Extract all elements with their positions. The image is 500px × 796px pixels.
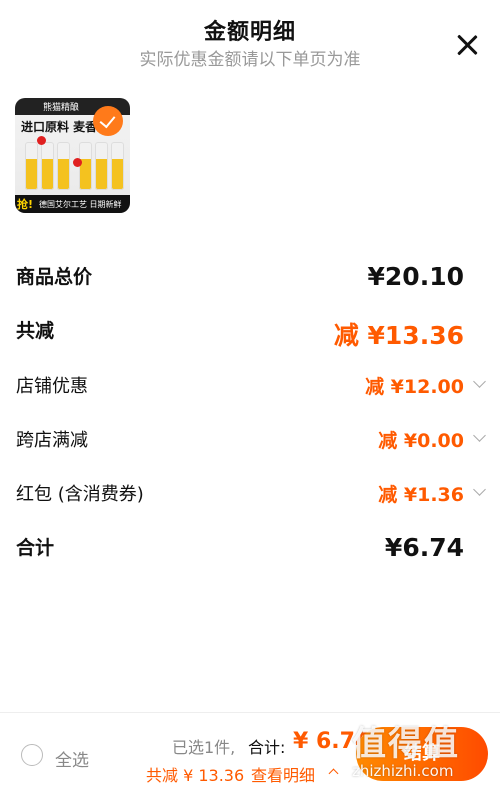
footer-savings: 共减 ¥ 13.36 [146, 766, 245, 785]
total-discount-label: 共减 [16, 320, 55, 342]
can-image [95, 142, 108, 190]
subtotal-value: ¥20.10 [367, 262, 464, 291]
page-title: 金额明细 [203, 20, 296, 45]
footer-total-label: 合计: [248, 738, 286, 757]
row-cross-store[interactable]: 跨店满减 减 ¥0.00 [0, 426, 500, 466]
grand-total-label: 合计 [16, 537, 55, 559]
badge-dot [73, 158, 82, 167]
close-icon[interactable] [452, 30, 482, 60]
row-subtotal: 商品总价 ¥20.10 [0, 262, 500, 302]
row-grand-total: 合计 ¥6.74 [0, 533, 500, 573]
select-all-label[interactable]: 全选 [55, 746, 89, 771]
red-packet-value: 减 ¥1.36 [378, 484, 464, 506]
select-all-radio[interactable] [21, 744, 43, 766]
store-discount-label: 店铺优惠 [16, 376, 88, 397]
can-image [41, 142, 54, 190]
row-red-packet[interactable]: 红包 (含消费券) 减 ¥1.36 [0, 480, 500, 520]
watermark-url: zhizhizhi.com [352, 762, 454, 780]
thumbnail-brand: 熊猫精酿 [43, 103, 80, 113]
page-subtitle: 实际优惠金额请以下单页为准 [139, 50, 361, 70]
badge-dot [37, 136, 46, 145]
row-total-discount: 共减 减 ¥13.36 [0, 316, 500, 356]
chevron-down-icon[interactable] [473, 483, 486, 496]
watermark: 值得值 zhizhizhi.com [352, 716, 492, 792]
view-detail-link[interactable]: 查看明细 [251, 762, 315, 786]
header: 金额明细 实际优惠金额请以下单页为准 [0, 0, 500, 72]
cross-store-label: 跨店满减 [16, 430, 88, 451]
can-image [57, 142, 70, 190]
store-discount-value: 减 ¥12.00 [365, 376, 464, 398]
watermark-logo: 值得值 [352, 724, 460, 764]
can-image [111, 142, 124, 190]
total-discount-value: 减 ¥13.36 [333, 321, 464, 350]
chevron-down-icon[interactable] [473, 429, 486, 442]
red-packet-label: 红包 (含消费券) [16, 484, 144, 505]
chevron-up-icon[interactable] [328, 768, 339, 779]
grand-total-value: ¥6.74 [384, 533, 464, 562]
thumbnail-badge: 抢! [17, 198, 34, 211]
can-image [79, 142, 92, 190]
cross-store-value: 减 ¥0.00 [378, 430, 464, 452]
thumbnail-strip-text: 德国艾尔工艺 日期新鲜 [39, 200, 122, 209]
chevron-down-icon[interactable] [473, 375, 486, 388]
selected-check-icon[interactable] [93, 106, 123, 136]
thumbnail-strip: 抢! 德国艾尔工艺 日期新鲜 [15, 195, 130, 213]
subtotal-label: 商品总价 [16, 266, 93, 288]
selected-count: 已选1件, [172, 738, 236, 757]
can-image [25, 142, 38, 190]
row-store-discount[interactable]: 店铺优惠 减 ¥12.00 [0, 372, 500, 412]
